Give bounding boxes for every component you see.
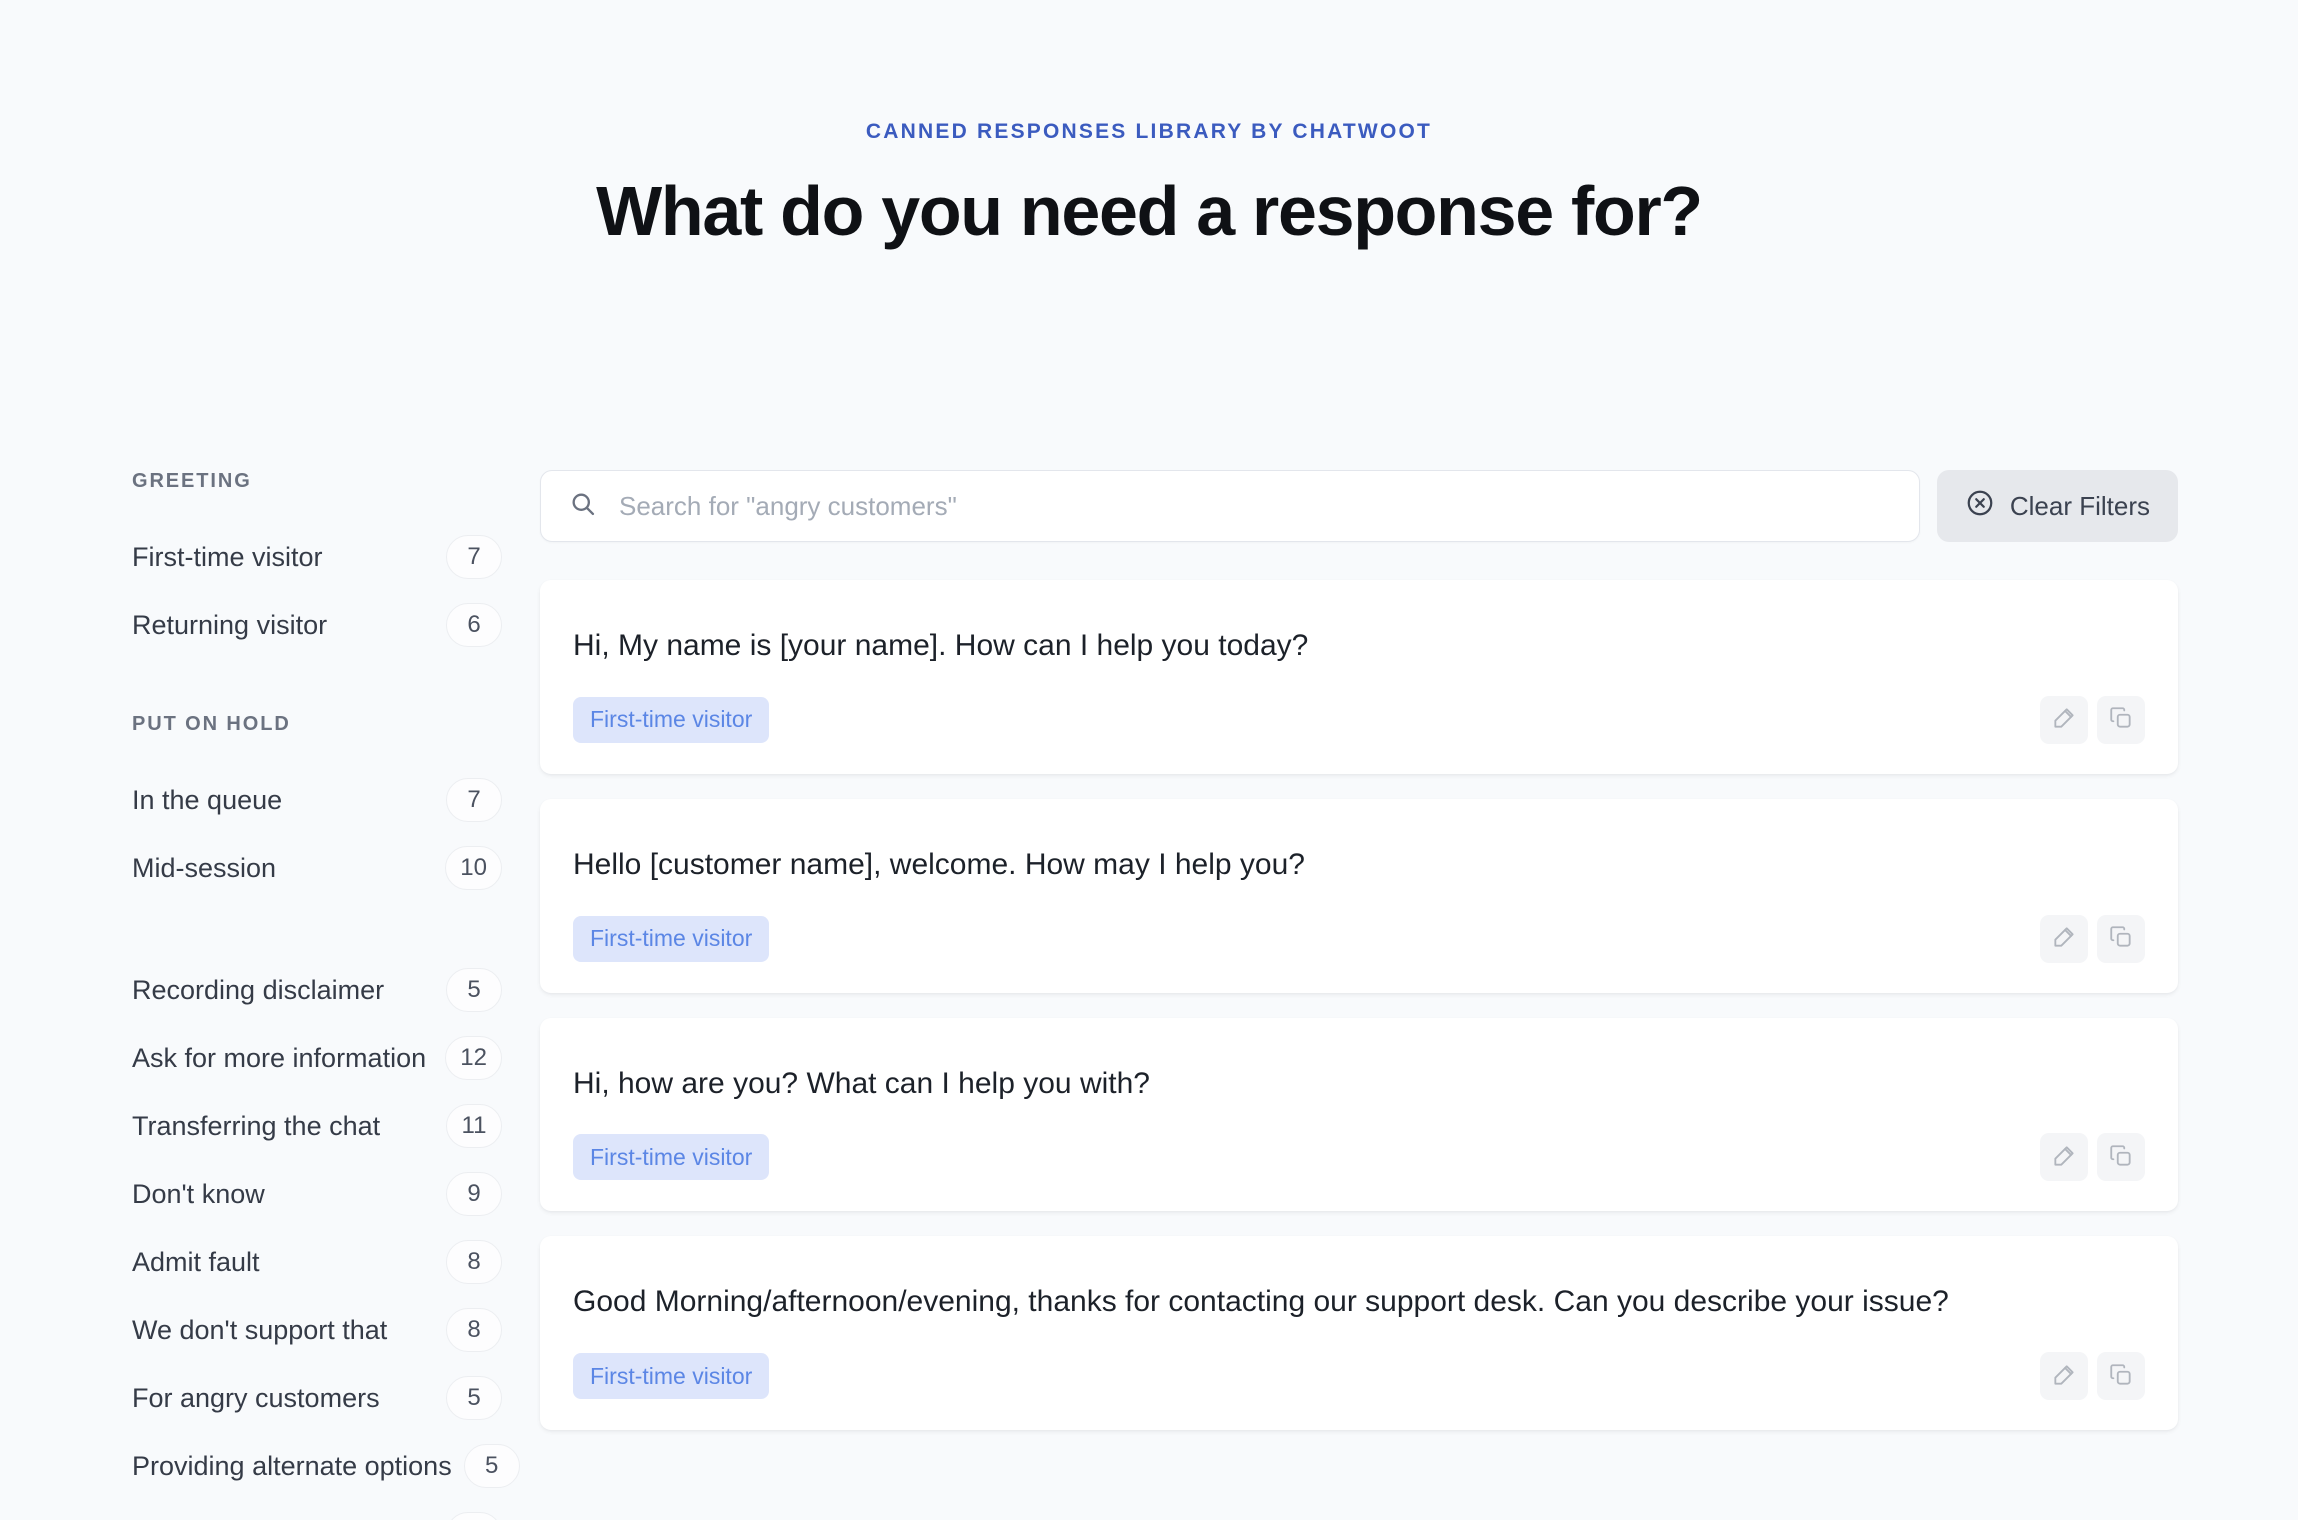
sidebar-item-in-the-queue[interactable]: In the queue 7 — [132, 766, 502, 834]
responses-panel: Clear Filters Hi, My name is [your name]… — [540, 470, 2298, 1431]
sidebar-item-label: Providing alternate options — [132, 1450, 452, 1481]
response-tag[interactable]: First-time visitor — [573, 1353, 770, 1400]
response-text: Hi, My name is [your name]. How can I he… — [573, 629, 1309, 662]
response-card-footer: First-time visitor — [573, 1352, 2145, 1401]
sidebar-item-don-t-know[interactable]: Don't know 9 — [132, 1160, 502, 1228]
response-tag[interactable]: First-time visitor — [573, 1134, 770, 1181]
sidebar-item-label: Don't know — [132, 1178, 265, 1209]
canned-responses-page: CANNED RESPONSES LIBRARY BY CHATWOOT Wha… — [0, 0, 2298, 1520]
sidebar-item-returning-visitor[interactable]: Returning visitor 6 — [132, 591, 502, 659]
sidebar-item-label: For angry customers — [132, 1382, 380, 1413]
edit-response-button[interactable] — [2040, 914, 2088, 963]
sidebar-group: GREETING First-time visitor 7 Returning vis… — [132, 470, 502, 659]
sidebar-item-first-time-visitor[interactable]: First-time visitor 7 — [132, 523, 502, 591]
sidebar-item-count: 5 — [446, 1376, 502, 1420]
sidebar-item-count: 10 — [445, 846, 502, 890]
response-card-footer: First-time visitor — [573, 695, 2145, 744]
sidebar-item-count: 7 — [446, 535, 502, 579]
page-content: GREETING First-time visitor 7 Returning vis… — [0, 470, 2298, 1520]
sidebar-item-transferring-the-chat[interactable]: Transferring the chat 11 — [132, 1092, 502, 1160]
search-input[interactable] — [619, 490, 1891, 522]
response-card-list: Hi, My name is [your name]. How can I he… — [540, 580, 2178, 1431]
copy-icon — [2108, 1362, 2134, 1391]
sidebar-group: Recording disclaimer 5 Ask for more inform… — [132, 956, 520, 1520]
response-actions — [2040, 1352, 2145, 1401]
copy-icon — [2108, 1143, 2134, 1172]
edit-response-button[interactable] — [2040, 695, 2088, 744]
edit-icon — [2051, 1362, 2077, 1391]
response-text: Hi, how are you? What can I help you wit… — [573, 1066, 1150, 1100]
sidebar-item-ask-for-more-information[interactable]: Ask for more information 12 — [132, 1024, 502, 1092]
sidebar-item-count: 8 — [446, 1240, 502, 1284]
sidebar-item-label: Admit fault — [132, 1246, 260, 1277]
sidebar-item-admit-fault[interactable]: Admit fault 8 — [132, 1228, 502, 1296]
response-text: Good Morning/afternoon/evening, thanks f… — [573, 1285, 1949, 1319]
category-sidebar: GREETING First-time visitor 7 Returning vis… — [0, 470, 540, 1520]
clear-filters-label: Clear Filters — [2009, 490, 2150, 521]
response-actions — [2040, 1133, 2145, 1182]
sidebar-group-title: PUT ON HOLD — [132, 713, 291, 735]
search-toolbar: Clear Filters — [540, 470, 2178, 542]
sidebar-item-count: 5 — [463, 1444, 520, 1488]
edit-icon — [2051, 924, 2077, 953]
sidebar-item-recording-disclaimer[interactable]: Recording disclaimer 5 — [132, 956, 502, 1024]
sidebar-group: PUT ON HOLD In the queue 7 Mid-session 10 — [132, 713, 502, 902]
sidebar-group-title: GREETING — [132, 470, 252, 492]
sidebar-item-label: Ask for more information — [132, 1042, 427, 1073]
response-text: Hello [customer name], welcome. How may … — [573, 847, 1305, 881]
copy-response-button[interactable] — [2097, 1352, 2145, 1401]
sidebar-item-count: 6 — [446, 603, 502, 647]
edit-icon — [2051, 705, 2077, 734]
page-title: What do you need a response for? — [596, 172, 1703, 250]
sidebar-item-count: 7 — [446, 778, 502, 822]
sidebar-item-mid-session[interactable]: Mid-session 10 — [132, 834, 502, 902]
sidebar-item-label: We don't support that — [132, 1314, 388, 1345]
sidebar-item-count: 8 — [446, 1308, 502, 1352]
sidebar-item-label: First-time visitor — [132, 541, 323, 572]
sidebar-item-we-don-t-support-that[interactable]: We don't support that 8 — [132, 1296, 502, 1364]
response-card-footer: First-time visitor — [573, 1133, 2145, 1182]
page-header: CANNED RESPONSES LIBRARY BY CHATWOOT Wha… — [0, 0, 2298, 250]
sidebar-item-label: Mid-session — [132, 852, 277, 883]
sidebar-item-label: Recording disclaimer — [132, 974, 385, 1005]
sidebar-item-count: 12 — [445, 1036, 502, 1080]
close-circle-icon — [1965, 488, 1995, 525]
sidebar-item-count: 5 — [446, 968, 502, 1012]
response-tag[interactable]: First-time visitor — [573, 915, 770, 962]
response-card[interactable]: Hi, My name is [your name]. How can I he… — [540, 580, 2178, 774]
sidebar-item-for-angry-customers[interactable]: For angry customers 5 — [132, 1364, 502, 1432]
response-card[interactable]: Good Morning/afternoon/evening, thanks f… — [540, 1236, 2178, 1431]
sidebar-item-count: 3 — [446, 1512, 502, 1520]
sidebar-item-label: In the queue — [132, 784, 283, 815]
copy-icon — [2108, 924, 2134, 953]
copy-response-button[interactable] — [2097, 1133, 2145, 1182]
sidebar-item-providing-alternate-options[interactable]: Providing alternate options 5 — [132, 1432, 520, 1500]
response-card-footer: First-time visitor — [573, 914, 2145, 963]
search-icon — [569, 490, 597, 523]
response-actions — [2040, 914, 2145, 963]
sidebar-item-count: 11 — [446, 1104, 502, 1148]
edit-response-button[interactable] — [2040, 1133, 2088, 1182]
sidebar-item-label: Returning visitor — [132, 609, 328, 640]
copy-icon — [2108, 705, 2134, 734]
response-card[interactable]: Hi, how are you? What can I help you wit… — [540, 1017, 2178, 1212]
search-box[interactable] — [540, 470, 1920, 542]
copy-response-button[interactable] — [2097, 914, 2145, 963]
edit-response-button[interactable] — [2040, 1352, 2088, 1401]
page-eyebrow: CANNED RESPONSES LIBRARY BY CHATWOOT — [865, 120, 1433, 143]
response-card[interactable]: Hello [customer name], welcome. How may … — [540, 798, 2178, 993]
edit-icon — [2051, 1143, 2077, 1172]
sidebar-item-count: 9 — [446, 1172, 502, 1216]
response-actions — [2040, 695, 2145, 744]
clear-filters-button[interactable]: Clear Filters — [1936, 470, 2178, 542]
sidebar-item-label: Transferring the chat — [132, 1110, 381, 1141]
copy-response-button[interactable] — [2097, 695, 2145, 744]
sidebar-item-proactive-follow-up[interactable]: Proactive follow up3 — [132, 1500, 502, 1520]
response-tag[interactable]: First-time visitor — [573, 696, 770, 743]
